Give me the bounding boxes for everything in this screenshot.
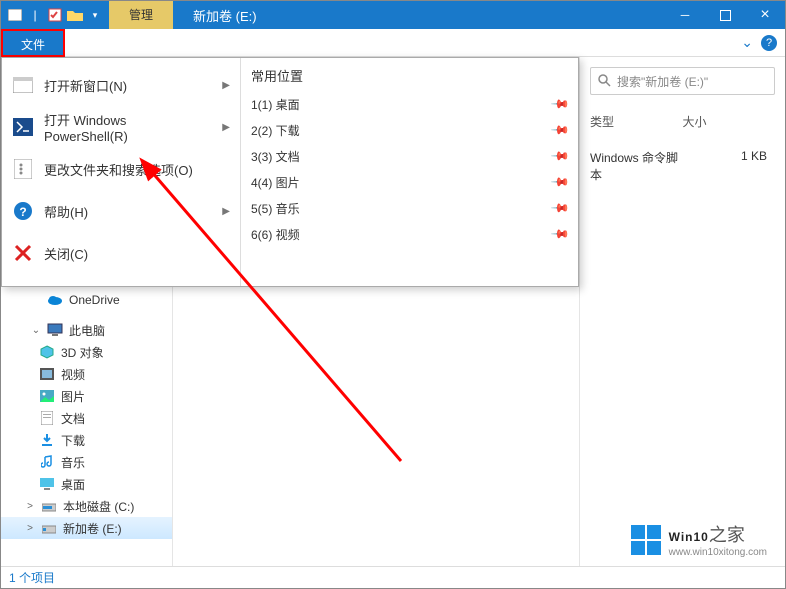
- pin-icon[interactable]: 📌: [550, 198, 570, 218]
- item-count: 1 个项目: [9, 569, 55, 586]
- properties-icon[interactable]: [47, 7, 63, 23]
- location-downloads[interactable]: 2(2) 下载📌: [251, 117, 568, 143]
- disk-icon: [41, 498, 57, 514]
- column-headers[interactable]: 类型 大小: [590, 109, 775, 135]
- desktop-icon: [39, 476, 55, 492]
- options-icon: [12, 158, 34, 180]
- svg-text:?: ?: [19, 205, 26, 219]
- tree-thispc[interactable]: ⌄此电脑: [1, 319, 172, 341]
- title-bar: | ▾ 管理 新加卷 (E:) ─ ×: [1, 1, 785, 29]
- pin-icon[interactable]: 📌: [550, 94, 570, 114]
- location-documents[interactable]: 3(3) 文档📌: [251, 143, 568, 169]
- file-size-cell: 1 KB: [679, 149, 776, 183]
- tree-desktop[interactable]: 桌面: [1, 473, 172, 495]
- chevron-right-icon: ▶: [222, 206, 230, 217]
- file-tab[interactable]: 文件: [1, 29, 65, 57]
- qat-customize-icon[interactable]: ▾: [87, 7, 103, 23]
- close-button[interactable]: ×: [745, 1, 785, 29]
- download-icon: [39, 432, 55, 448]
- search-input[interactable]: 搜索"新加卷 (E:)": [590, 67, 775, 95]
- maximize-button[interactable]: [705, 1, 745, 29]
- right-column: 搜索"新加卷 (E:)" 类型 大小 Windows 命令脚本 1 KB: [579, 57, 785, 566]
- chevron-right-icon: ▶: [222, 80, 230, 91]
- window-title: 新加卷 (E:): [173, 6, 277, 25]
- menu-folder-options[interactable]: 更改文件夹和搜索选项(O): [2, 148, 240, 190]
- location-videos[interactable]: 6(6) 视频📌: [251, 221, 568, 247]
- tree-downloads[interactable]: 下载: [1, 429, 172, 451]
- location-music[interactable]: 5(5) 音乐📌: [251, 195, 568, 221]
- ribbon-expand-icon[interactable]: ⌄: [741, 34, 753, 51]
- pin-icon[interactable]: 📌: [550, 146, 570, 166]
- close-icon: [12, 242, 34, 264]
- tree-music[interactable]: 音乐: [1, 451, 172, 473]
- col-size[interactable]: 大小: [683, 109, 776, 134]
- music-icon: [39, 454, 55, 470]
- folder-icon[interactable]: [67, 7, 83, 23]
- col-type[interactable]: 类型: [590, 109, 683, 134]
- manage-tab[interactable]: 管理: [109, 1, 173, 29]
- help-icon: ?: [12, 200, 34, 222]
- location-desktop[interactable]: 1(1) 桌面📌: [251, 91, 568, 117]
- file-row[interactable]: Windows 命令脚本 1 KB: [590, 149, 775, 183]
- tree-pictures[interactable]: 图片: [1, 385, 172, 407]
- document-icon: [39, 410, 55, 426]
- quick-access-toolbar: | ▾: [1, 7, 109, 23]
- locations-header: 常用位置: [251, 66, 568, 91]
- menu-powershell[interactable]: 打开 Windows PowerShell(R) ▶: [2, 106, 240, 148]
- menu-new-window[interactable]: 打开新窗口(N) ▶: [2, 64, 240, 106]
- status-bar: 1 个项目: [1, 566, 785, 588]
- watermark: Win10之家 www.win10xitong.com: [631, 521, 767, 558]
- tree-documents[interactable]: 文档: [1, 407, 172, 429]
- pin-icon[interactable]: 📌: [550, 172, 570, 192]
- window-icon: [12, 74, 34, 96]
- pin-icon[interactable]: 📌: [550, 224, 570, 244]
- powershell-icon: [12, 116, 34, 138]
- windows-logo-icon: [631, 525, 661, 555]
- cloud-icon: [47, 292, 63, 308]
- pc-icon: [47, 322, 63, 338]
- tree-3dobjects[interactable]: 3D 对象: [1, 341, 172, 363]
- menu-help[interactable]: ? 帮助(H) ▶: [2, 190, 240, 232]
- search-placeholder: 搜索"新加卷 (E:)": [617, 73, 708, 90]
- tree-onedrive[interactable]: OneDrive: [1, 289, 172, 311]
- ribbon-bar: 文件 ⌄ ?: [1, 29, 785, 57]
- location-pictures[interactable]: 4(4) 图片📌: [251, 169, 568, 195]
- menu-close[interactable]: 关闭(C): [2, 232, 240, 274]
- tree-videos[interactable]: 视频: [1, 363, 172, 385]
- minimize-button[interactable]: ─: [665, 1, 705, 29]
- cube-icon: [39, 344, 55, 360]
- disk-icon: [41, 520, 57, 536]
- tree-localdisk-c[interactable]: >本地磁盘 (C:): [1, 495, 172, 517]
- file-menu-dropdown: 打开新窗口(N) ▶ 打开 Windows PowerShell(R) ▶ 更改…: [1, 57, 579, 287]
- search-icon: [597, 73, 611, 90]
- picture-icon: [39, 388, 55, 404]
- tree-volume-e[interactable]: >新加卷 (E:): [1, 517, 172, 539]
- qat-divider: |: [27, 7, 43, 23]
- explorer-icon: [7, 7, 23, 23]
- chevron-right-icon: ▶: [222, 122, 230, 133]
- file-type-cell: Windows 命令脚本: [590, 149, 679, 183]
- video-icon: [39, 366, 55, 382]
- pin-icon[interactable]: 📌: [550, 120, 570, 140]
- help-icon[interactable]: ?: [761, 35, 777, 51]
